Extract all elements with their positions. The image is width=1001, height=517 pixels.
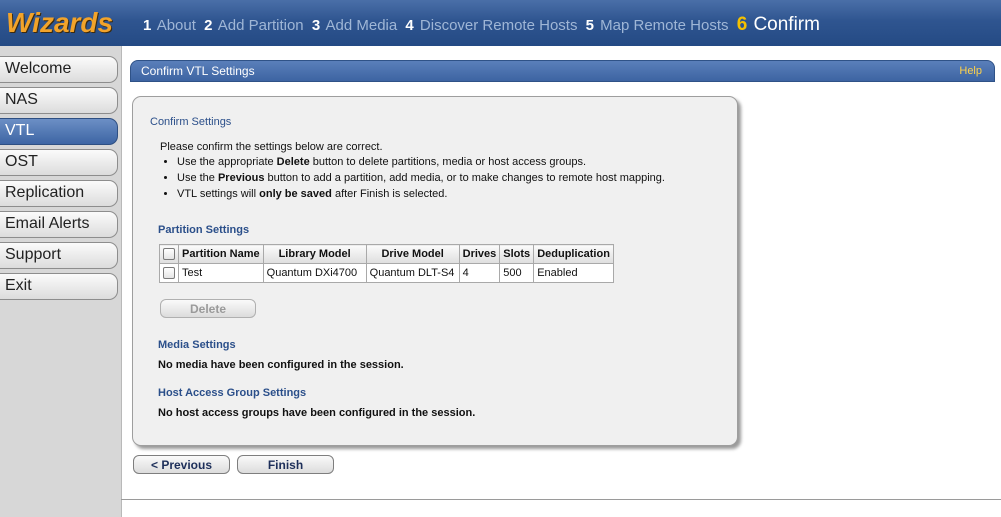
instruction-text: Use the bbox=[177, 172, 218, 184]
step-add-media[interactable]: 3 Add Media bbox=[312, 17, 397, 34]
nav-item-replication[interactable]: Replication bbox=[0, 180, 118, 207]
previous-button[interactable]: < Previous bbox=[133, 455, 230, 474]
left-nav: Welcome NAS VTL OST Replication Email Al… bbox=[0, 46, 122, 517]
cell-library-model: Quantum DXi4700 bbox=[262, 263, 367, 283]
nav-item-welcome[interactable]: Welcome bbox=[0, 56, 118, 83]
step-label: Map Remote Hosts bbox=[600, 17, 729, 34]
instruction-bold-text: only be saved bbox=[259, 188, 332, 200]
instructions-list: Use the appropriate Delete button to del… bbox=[160, 154, 665, 202]
content-title-bar: Confirm VTL Settings Help bbox=[130, 60, 995, 82]
instruction-text: VTL settings will bbox=[177, 188, 260, 200]
step-about[interactable]: 1 About bbox=[143, 17, 196, 34]
help-link[interactable]: Help bbox=[959, 65, 982, 77]
column-header-deduplication[interactable]: Deduplication bbox=[533, 244, 614, 264]
confirm-intro-text: Please confirm the settings below are co… bbox=[160, 141, 383, 153]
page-title: Confirm VTL Settings bbox=[141, 64, 255, 78]
step-number: 4 bbox=[405, 17, 414, 34]
wizard-top-bar: Wizards 1 About 2 Add Partition 3 Add Me… bbox=[0, 0, 1001, 46]
table-row: Test Quantum DXi4700 Quantum DLT-S4 4 50… bbox=[159, 263, 614, 283]
step-number: 3 bbox=[311, 17, 321, 34]
confirm-settings-title: Confirm Settings bbox=[150, 116, 232, 128]
nav-item-exit[interactable]: Exit bbox=[0, 273, 118, 300]
cell-slots: 500 bbox=[499, 263, 535, 283]
table-header-row: Partition Name Library Model Drive Model… bbox=[159, 244, 614, 264]
host-access-settings-message: No host access groups have been configur… bbox=[158, 407, 476, 419]
select-all-checkbox[interactable] bbox=[163, 248, 175, 261]
instruction-text: Use the appropriate bbox=[177, 156, 277, 168]
partition-settings-title: Partition Settings bbox=[158, 224, 250, 236]
instruction-bold-text: Previous bbox=[217, 172, 265, 184]
nav-item-ost[interactable]: OST bbox=[0, 149, 118, 176]
column-header-drives[interactable]: Drives bbox=[458, 244, 501, 264]
cell-partition-name: Test bbox=[178, 263, 264, 283]
nav-item-support[interactable]: Support bbox=[0, 242, 118, 269]
media-settings-message: No media have been configured in the ses… bbox=[158, 359, 404, 371]
step-number: 6 bbox=[736, 14, 748, 35]
row-checkbox[interactable] bbox=[163, 267, 175, 280]
instruction-text: after Finish is selected. bbox=[331, 188, 448, 200]
column-header-slots[interactable]: Slots bbox=[499, 244, 535, 264]
cell-drives: 4 bbox=[458, 263, 501, 283]
column-header-partition-name[interactable]: Partition Name bbox=[178, 244, 264, 264]
wizard-steps: 1 About 2 Add Partition 3 Add Media 4 Di… bbox=[143, 14, 824, 36]
host-access-settings-title: Host Access Group Settings bbox=[158, 387, 307, 399]
step-number: 5 bbox=[585, 17, 594, 34]
nav-item-nas[interactable]: NAS bbox=[0, 87, 118, 114]
media-settings-title: Media Settings bbox=[158, 339, 236, 351]
instruction-text: button to delete partitions, media or ho… bbox=[309, 156, 587, 168]
step-label: Add Media bbox=[325, 17, 398, 34]
step-label: Confirm bbox=[753, 14, 820, 35]
step-label: Discover Remote Hosts bbox=[419, 17, 578, 34]
step-discover-remote-hosts[interactable]: 4 Discover Remote Hosts bbox=[405, 17, 577, 34]
step-label: About bbox=[156, 17, 196, 34]
instruction-item: Use the Previous button to add a partiti… bbox=[177, 170, 665, 186]
step-number: 1 bbox=[143, 17, 152, 34]
row-select-cell bbox=[159, 263, 179, 283]
nav-item-vtl[interactable]: VTL bbox=[0, 118, 118, 145]
select-all-cell bbox=[159, 244, 179, 264]
instruction-text: button to add a partition, add media, or… bbox=[264, 172, 665, 184]
wizards-logo: Wizards bbox=[6, 7, 114, 38]
instruction-item: VTL settings will only be saved after Fi… bbox=[177, 186, 665, 202]
nav-item-email-alerts[interactable]: Email Alerts bbox=[0, 211, 118, 238]
step-confirm[interactable]: 6 Confirm bbox=[737, 14, 820, 36]
delete-button[interactable]: Delete bbox=[160, 299, 256, 318]
instruction-item: Use the appropriate Delete button to del… bbox=[177, 154, 665, 170]
instruction-bold-text: Delete bbox=[276, 156, 310, 168]
column-header-library-model[interactable]: Library Model bbox=[262, 244, 367, 264]
step-add-partition[interactable]: 2 Add Partition bbox=[204, 17, 304, 34]
content-bottom-divider bbox=[121, 499, 1001, 500]
finish-button[interactable]: Finish bbox=[237, 455, 334, 474]
confirm-settings-panel: Confirm Settings Please confirm the sett… bbox=[132, 96, 738, 446]
step-number: 2 bbox=[204, 17, 213, 34]
partition-table: Partition Name Library Model Drive Model… bbox=[159, 244, 614, 283]
step-label: Add Partition bbox=[217, 17, 304, 34]
column-header-drive-model[interactable]: Drive Model bbox=[365, 244, 460, 264]
cell-deduplication: Enabled bbox=[533, 263, 614, 283]
cell-drive-model: Quantum DLT-S4 bbox=[365, 263, 460, 283]
step-map-remote-hosts[interactable]: 5 Map Remote Hosts bbox=[586, 17, 729, 34]
